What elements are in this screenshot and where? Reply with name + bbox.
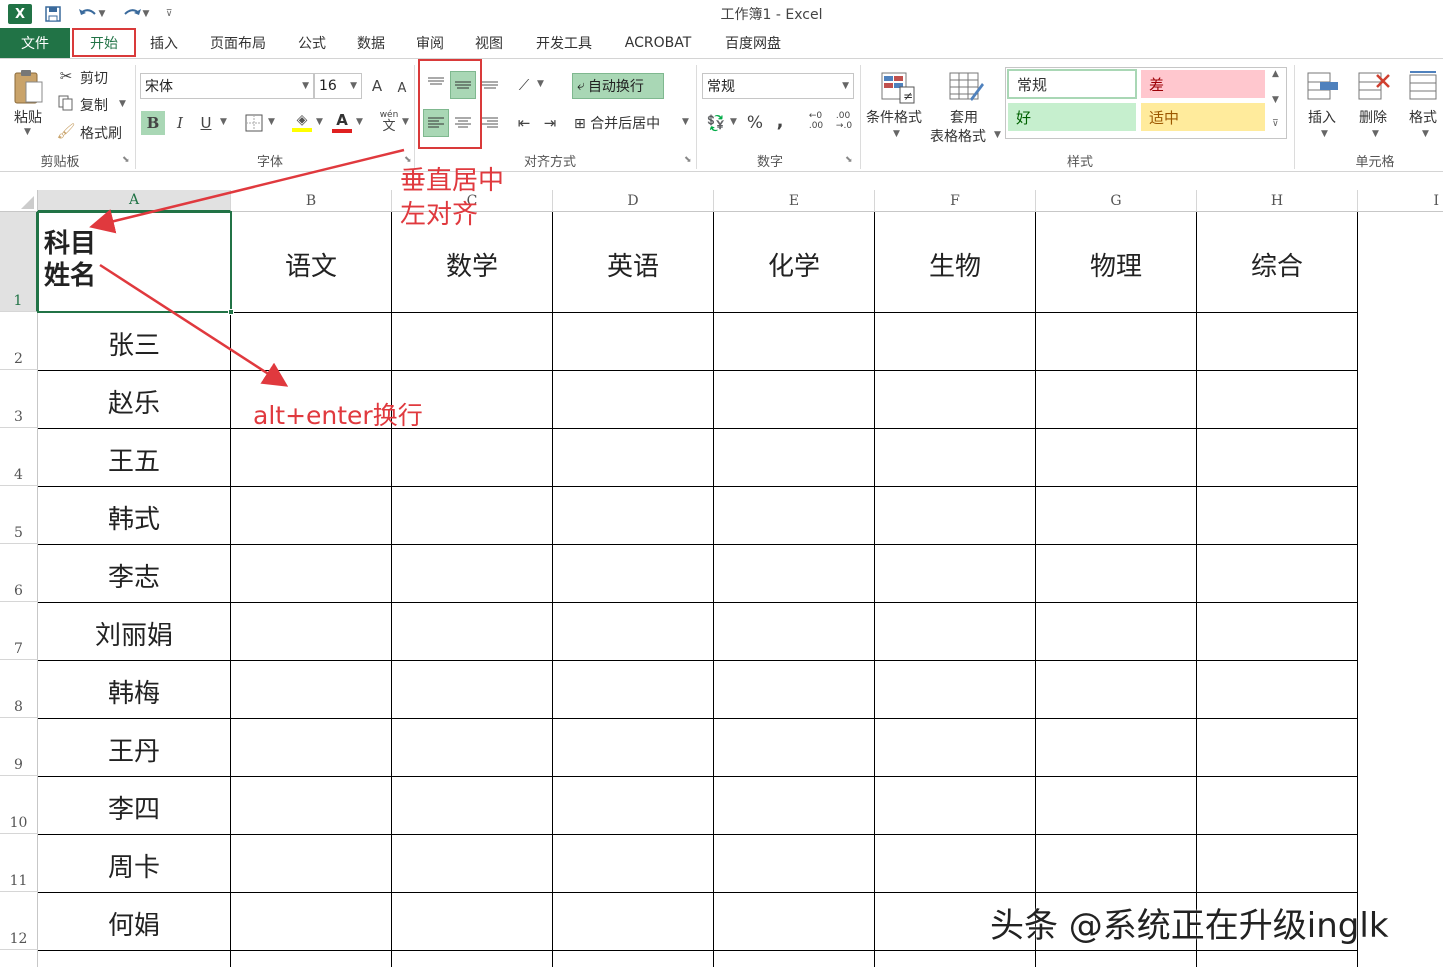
arrow-to-a1: [89, 148, 405, 234]
watermark: 头条 @系统正在升级inglk: [990, 906, 1389, 946]
annotation-arrows: [89, 148, 405, 387]
annotation-vertical-center: 垂直居中: [400, 166, 505, 196]
annotation-alt-enter: alt+enter换行: [253, 401, 423, 430]
annotation-left-align: 左对齐: [400, 200, 479, 230]
arrow-to-hint: [99, 263, 289, 387]
